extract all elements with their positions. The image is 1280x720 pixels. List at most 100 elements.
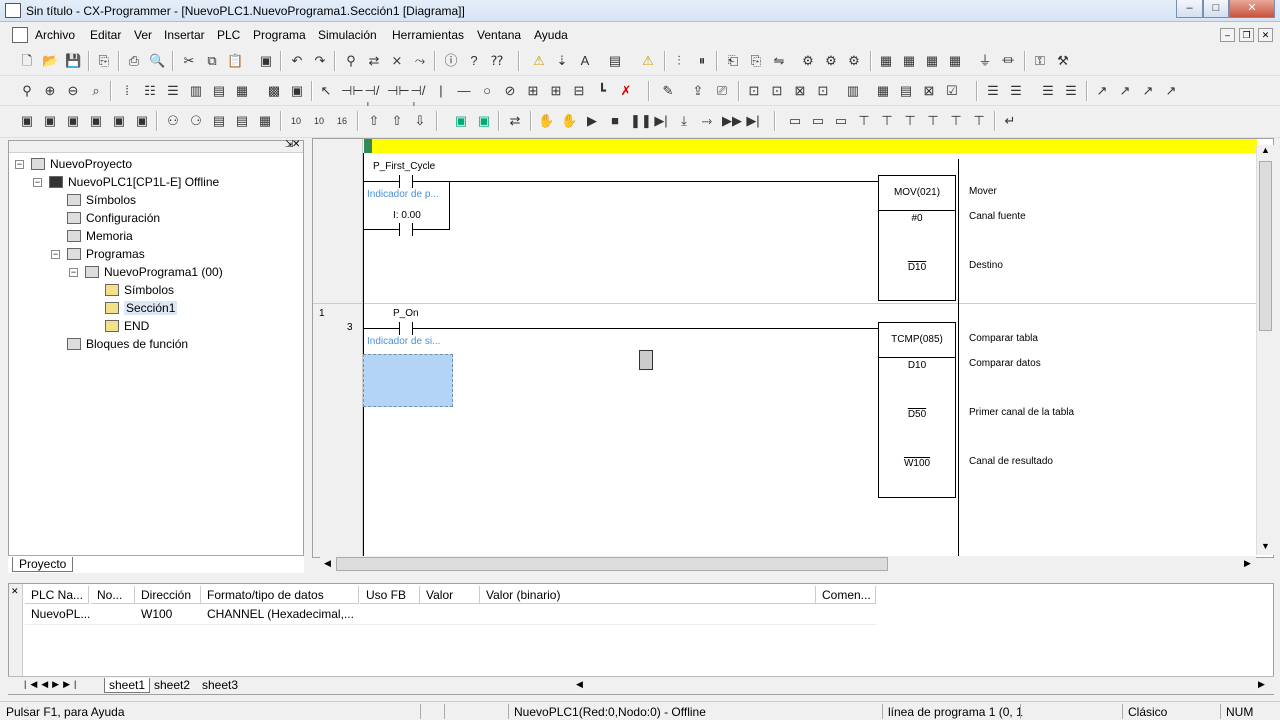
properties-icon[interactable]: ⎘ <box>96 53 112 69</box>
menu-editar[interactable]: Editar <box>90 28 121 42</box>
output-window-icon[interactable]: ▣ <box>42 113 58 129</box>
zoom-in-icon[interactable]: ⊕ <box>42 83 58 99</box>
redo-icon[interactable]: ↷ <box>312 53 328 69</box>
tree-node-end[interactable]: END <box>105 318 149 336</box>
tree-node-config[interactable]: Configuración <box>67 210 160 228</box>
function-block-mov[interactable]: MOV(021) #0 D10 <box>878 175 956 301</box>
zoom-icon[interactable]: ⚲ <box>19 83 35 99</box>
paste-icon[interactable]: 📋 <box>227 53 243 69</box>
break-point-6-icon[interactable]: ⊤ <box>902 113 918 129</box>
play-icon[interactable]: ▶ <box>584 113 600 129</box>
print-preview-icon[interactable]: 🔍 <box>149 53 165 69</box>
align-center-icon[interactable]: ☰ <box>1008 83 1024 99</box>
program-check-icon[interactable]: ⚠ <box>640 53 656 69</box>
grid-icon[interactable]: ⁞ <box>119 83 135 99</box>
simulation-settings-icon[interactable]: ▣ <box>476 113 492 129</box>
ladder-horizontal-scrollbar[interactable]: ◀ ▶ <box>320 556 1256 572</box>
scroll-right-icon[interactable]: ▶ <box>1244 558 1251 569</box>
tree-node-plc[interactable]: − NuevoPLC1[CP1L-E] Offline <box>33 174 219 192</box>
ladder-view-icon[interactable]: ▦ <box>875 83 891 99</box>
scroll-right-icon[interactable]: ▶ <box>1258 679 1265 690</box>
online-edit-icon[interactable]: ✎ <box>660 83 676 99</box>
run-icon[interactable]: ⫶ <box>671 53 687 69</box>
force-on-icon[interactable]: ⊡ <box>746 83 762 99</box>
set-value-icon[interactable]: ⊡ <box>815 83 831 99</box>
mode-program-icon[interactable]: ⚙ <box>800 53 816 69</box>
radix-10b-icon[interactable]: 10 <box>311 113 327 129</box>
copy-icon[interactable]: ⧉ <box>204 53 220 69</box>
column-header[interactable]: Valor <box>420 586 480 604</box>
scroll-left-icon[interactable]: ◀ <box>324 558 331 569</box>
hand-step-icon[interactable]: ✋ <box>561 113 577 129</box>
step-down-icon[interactable]: ⇩ <box>412 113 428 129</box>
menu-ver[interactable]: Ver <box>134 28 152 42</box>
column-header[interactable]: Comen... <box>816 586 876 604</box>
open-icon[interactable]: 📂 <box>42 53 58 69</box>
scan-step-icon[interactable]: ▶| <box>745 113 761 129</box>
tree-node-project[interactable]: − NuevoProyecto <box>15 156 132 174</box>
force-cancel-icon[interactable]: ⊠ <box>792 83 808 99</box>
context-help-icon[interactable]: ⁇ <box>489 53 505 69</box>
contact-no[interactable] <box>399 322 413 335</box>
mode-debug-icon[interactable]: ⚙ <box>823 53 839 69</box>
goto-icon[interactable]: ⤳ <box>412 53 428 69</box>
tree-node-symbols[interactable]: Símbolos <box>67 192 136 210</box>
new-or-closed-contact-icon[interactable]: ⊣/⊢ <box>410 83 426 114</box>
online-edit-send-icon[interactable]: ⇪ <box>690 83 706 99</box>
contact-symbol[interactable]: P_On <box>393 308 419 319</box>
tool-arrow-3-icon[interactable]: ↗ <box>1140 83 1156 99</box>
menu-ayuda[interactable]: Ayuda <box>534 28 568 42</box>
radix-16-icon[interactable]: 16 <box>334 113 350 129</box>
compile-icon[interactable]: ▤ <box>607 53 623 69</box>
scroll-down-icon[interactable]: ▼ <box>1261 541 1270 551</box>
new-coil-icon[interactable]: ○ <box>479 83 495 99</box>
align-right-icon[interactable]: ☰ <box>1040 83 1056 99</box>
new-or-contact-icon[interactable]: ⊣⊢ <box>387 83 410 99</box>
tab-proyecto[interactable]: Proyecto <box>12 557 74 572</box>
menu-herramientas[interactable]: Herramientas <box>392 28 464 42</box>
new-differential-icon[interactable]: ⊟ <box>571 83 587 99</box>
stop-icon[interactable]: ■ <box>607 113 623 129</box>
radix-10-icon[interactable]: 10 <box>288 113 304 129</box>
mode-monitor-icon[interactable]: ⚙ <box>846 53 862 69</box>
ladder-vertical-scrollbar[interactable]: ▲ ▼ <box>1256 145 1274 555</box>
address-reference-icon[interactable]: ▣ <box>289 83 305 99</box>
memory-window-icon[interactable]: ▣ <box>134 113 150 129</box>
help-icon[interactable]: ? <box>466 53 482 69</box>
table-icon[interactable]: ▦ <box>234 83 250 99</box>
maximize-button[interactable]: □ <box>1203 0 1229 18</box>
contact-address[interactable]: I: 0.00 <box>393 210 421 221</box>
comments-icon[interactable]: ☷ <box>142 83 158 99</box>
find-icon[interactable]: ⚲ <box>343 53 359 69</box>
rung-icon[interactable]: ▤ <box>211 113 227 129</box>
panel-close-icon[interactable]: ✕ <box>11 586 19 597</box>
new-closed-coil-icon[interactable]: ⊘ <box>502 83 518 99</box>
project-window-icon[interactable]: ▣ <box>19 113 35 129</box>
table-row[interactable]: NuevoPL... W100 CHANNEL (Hexadecimal,... <box>25 605 877 625</box>
new-pls-instruction-icon[interactable]: ⊞ <box>525 83 541 99</box>
tree-node-programs[interactable]: − Programas <box>51 246 145 264</box>
step-over-icon[interactable]: ⤑ <box>699 113 715 129</box>
select-icon[interactable]: ↖ <box>318 83 334 99</box>
watch-window-toggle-icon[interactable]: ▣ <box>65 113 81 129</box>
break-point-8-icon[interactable]: ⊤ <box>948 113 964 129</box>
column-header[interactable]: Dirección <box>135 586 201 604</box>
transfer-from-plc-icon[interactable]: ⎘ <box>748 53 764 69</box>
cross-ref-window-icon[interactable]: ▣ <box>111 113 127 129</box>
save-icon[interactable]: 💾 <box>65 53 81 69</box>
scroll-left-icon[interactable]: ◀ <box>576 679 583 690</box>
tab-sheet1[interactable]: sheet1 <box>104 678 151 693</box>
monitor-icon[interactable]: A <box>577 53 593 69</box>
collapse-icon[interactable]: − <box>33 178 42 187</box>
pause-icon[interactable]: ⏸ <box>694 53 710 69</box>
undo-icon[interactable]: ↶ <box>289 53 305 69</box>
break-point-2-icon[interactable]: ▭ <box>810 113 826 129</box>
menu-plc[interactable]: PLC <box>217 28 240 42</box>
transfer-to-plc-icon[interactable]: ⎗ <box>725 53 741 69</box>
instruction-icon[interactable]: ▤ <box>234 113 250 129</box>
function-block-tcmp[interactable]: TCMP(085) D10 D50 W100 <box>878 322 956 498</box>
tab-sheet3[interactable]: sheet3 <box>198 678 242 692</box>
view-grid-2-icon[interactable]: ▦ <box>901 53 917 69</box>
step-icon[interactable]: ⇧ <box>389 113 405 129</box>
tree-node-section[interactable]: Sección1 <box>105 300 178 318</box>
